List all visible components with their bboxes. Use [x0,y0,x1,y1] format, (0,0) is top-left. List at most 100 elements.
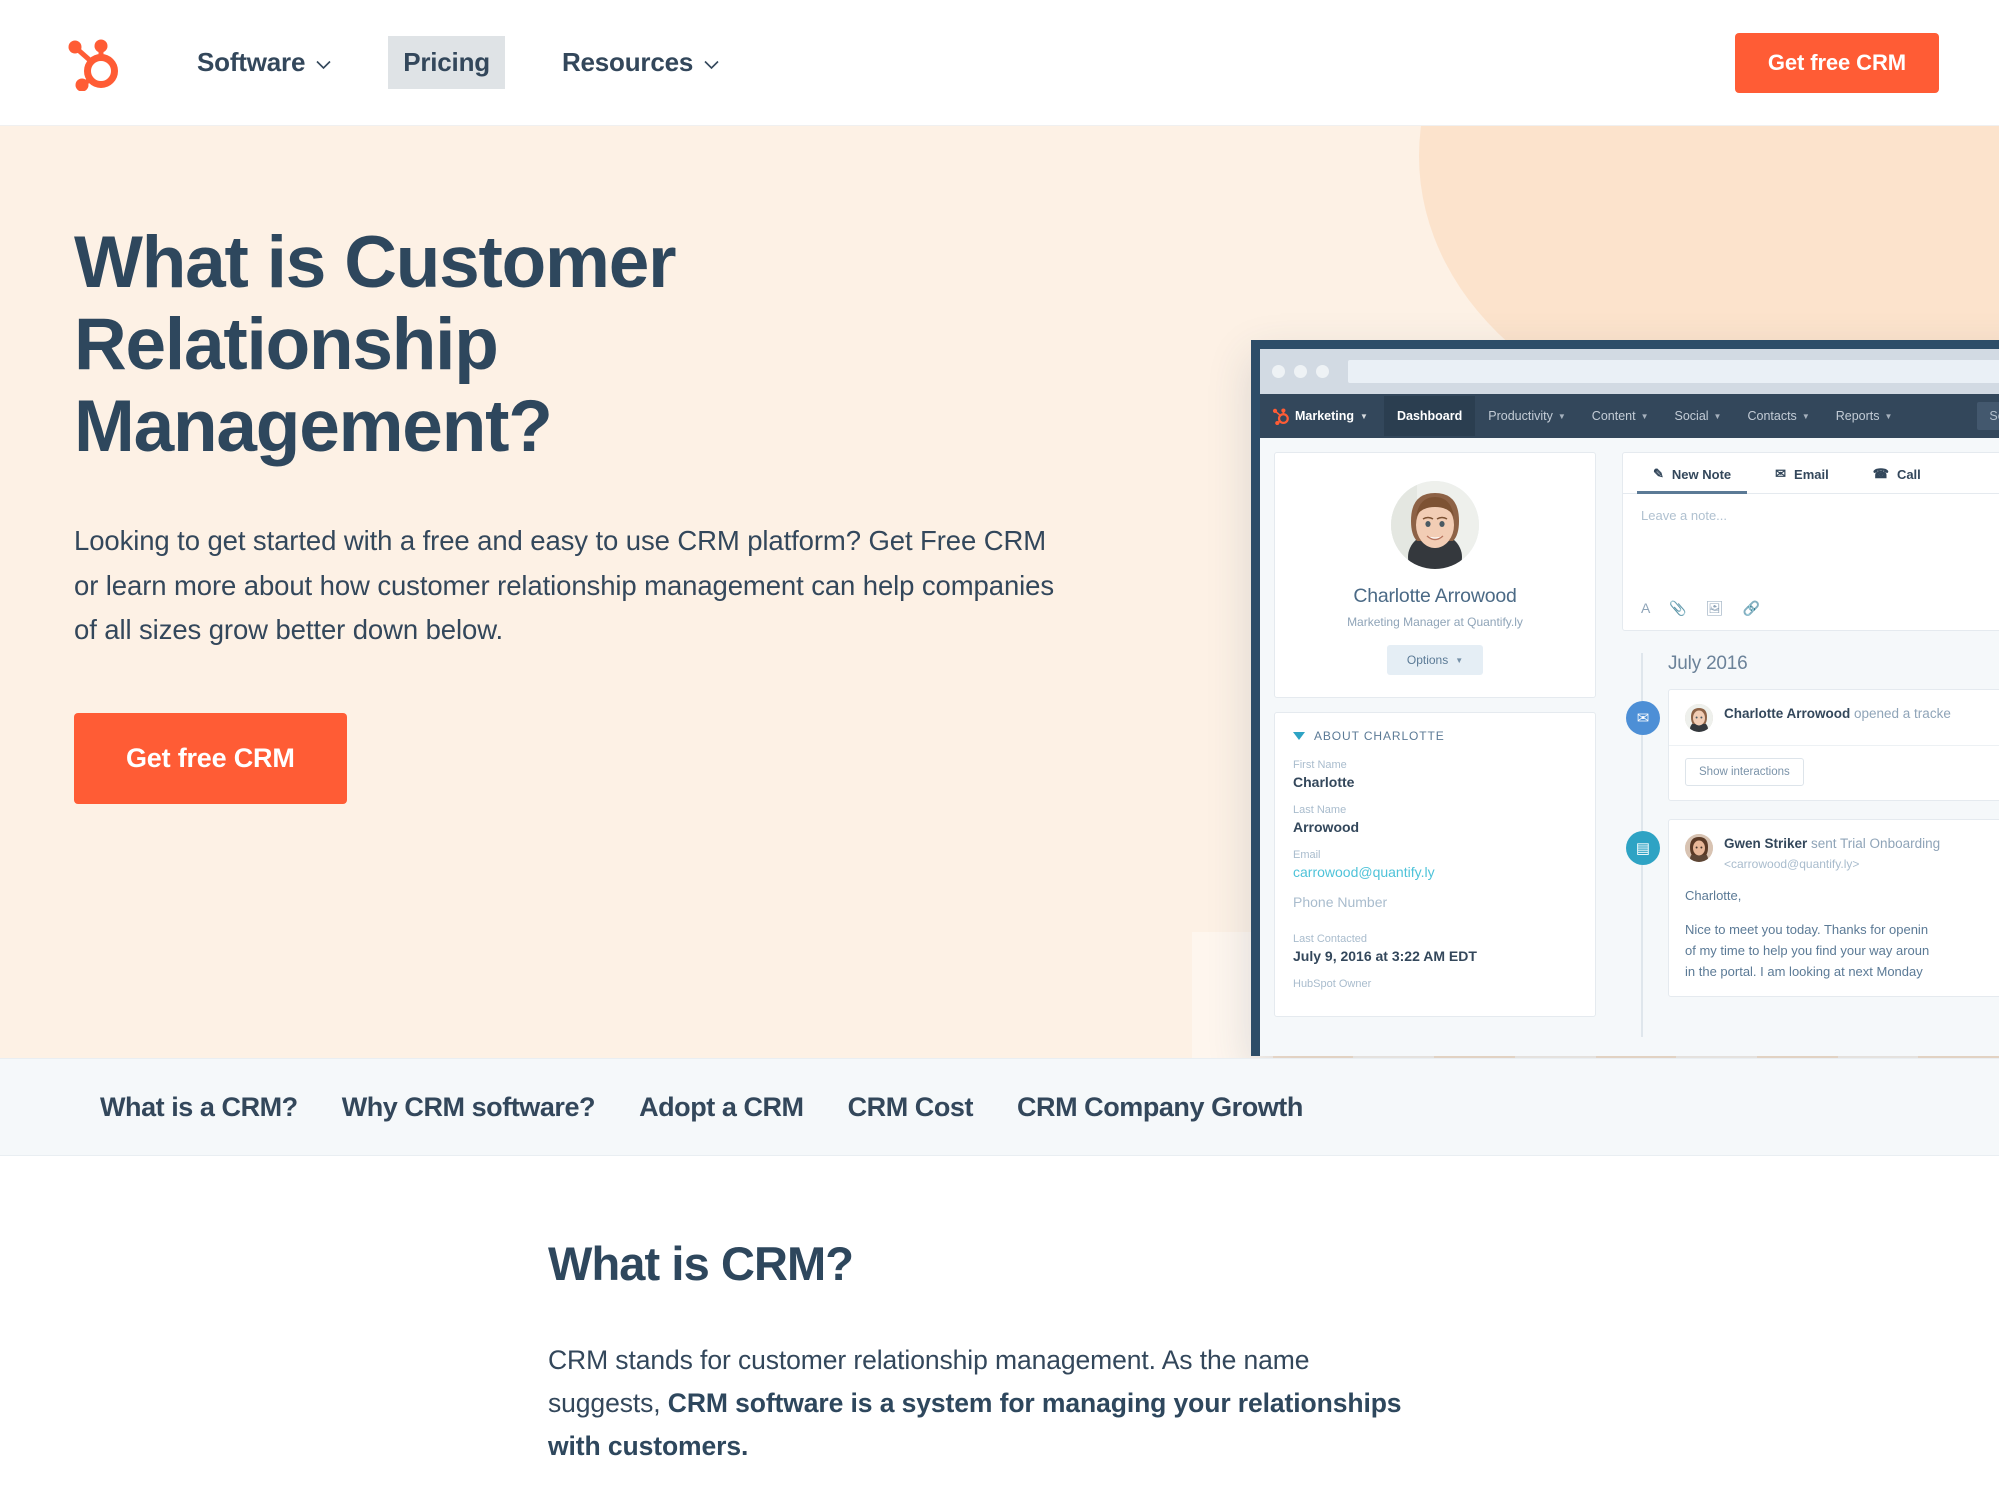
about-card: ABOUT CHARLOTTE First Name Charlotte Las… [1274,712,1596,1017]
avatar [1391,481,1479,569]
field-value-email-link[interactable]: carrowood@quantify.ly [1293,864,1577,880]
header-get-free-crm-button[interactable]: Get free CRM [1734,32,1939,93]
main-content: What is CRM? CRM stands for customer rel… [0,1156,1999,1468]
product-screenshot: Marketing ▼ Dashboard Productivity ▼ Con… [1251,340,1999,1056]
field-label: Email [1293,849,1321,861]
note-input[interactable]: Leave a note... [1623,494,1999,590]
chevron-down-icon: ▼ [1640,411,1649,421]
field-last-contacted: Last Contacted July 9, 2016 at 3:22 AM E… [1293,933,1577,964]
nav-item-resources-label: Resources [561,47,694,77]
anchor-link-adopt-a-crm[interactable]: Adopt a CRM [639,1092,804,1123]
link-icon[interactable]: 🔗 [1743,600,1760,617]
avatar-photo [1685,834,1713,862]
chevron-down-icon: ▼ [1713,411,1722,421]
contact-options-button[interactable]: Options ▼ [1386,645,1484,675]
email-greeting: Charlotte, [1685,887,1742,903]
pencil-icon: ✎ [1653,466,1664,481]
nav-item-software[interactable]: Software [182,36,346,89]
field-label: Last Contacted [1293,933,1367,945]
page-title: What is Customer Relationship Management… [74,222,677,467]
hero-section: What is Customer Relationship Management… [0,126,1999,1058]
app-nav-social[interactable]: Social ▼ [1662,396,1735,436]
paperclip-icon[interactable]: 📎 [1669,600,1686,617]
timeline-row: Charlotte Arrowood opened a tracke [1685,704,1999,732]
timeline-event-email-open: ✉ Charlotte Arrowood opened a tracke Sho… [1626,689,1999,801]
app-body: Charlotte Arrowood Marketing Manager at … [1260,438,1999,1056]
timeline-action: sent Trial Onboarding [1807,836,1941,851]
composer-tabs: ✎ New Note ✉ Email ☎ Call [1623,453,1999,494]
app-brand[interactable]: Marketing ▼ [1272,407,1384,425]
tab-email[interactable]: ✉ Email [1753,453,1851,493]
nav-item-pricing[interactable]: Pricing [388,36,505,89]
show-interactions-button[interactable]: Show interactions [1685,758,1804,786]
anchor-link-what-is-a-crm[interactable]: What is a CRM? [100,1092,298,1123]
chevron-down-icon: ▼ [1360,411,1368,421]
contact-sidebar: Charlotte Arrowood Marketing Manager at … [1260,438,1608,1056]
image-icon[interactable]: 🖼 [1706,600,1724,617]
anchor-link-why-crm-software[interactable]: Why CRM software? [342,1092,596,1123]
tab-call[interactable]: ☎ Call [1851,453,1943,493]
hubspot-sprocket-icon [1272,408,1289,425]
contact-role: Marketing Manager at Quantify.ly [1347,615,1523,629]
section-title: What is CRM? [548,1237,854,1290]
avatar-photo [1685,704,1713,732]
about-heading-label: ABOUT CHARLOTTE [1314,729,1445,743]
phone-icon: ☎ [1872,466,1889,481]
anchor-link-crm-company-growth[interactable]: CRM Company Growth [1017,1092,1303,1123]
field-label: HubSpot Owner [1293,978,1372,990]
field-last-name: Last Name Arrowood [1293,804,1577,835]
about-header[interactable]: ABOUT CHARLOTTE [1293,729,1577,743]
timeline-actor: Charlotte Arrowood [1724,706,1851,721]
field-hubspot-owner-clipped: HubSpot Owner [1293,978,1577,990]
primary-nav: Software Pricing Resources [182,36,734,89]
browser-chrome [1260,349,1999,394]
avatar [1685,704,1713,732]
field-value[interactable]: Arrowood [1293,819,1577,835]
hero-get-free-crm-button[interactable]: Get free CRM [74,712,347,804]
document-icon: ▤ [1626,831,1660,865]
email-body: Charlotte, Nice to meet you today. Thank… [1685,885,1999,982]
app-nav-productivity[interactable]: Productivity ▼ [1475,396,1579,436]
field-value[interactable]: July 9, 2016 at 3:22 AM EDT [1293,948,1577,964]
timeline-month-header: July 2016 [1668,653,1748,674]
contact-name: Charlotte Arrowood [1353,585,1517,607]
text-format-icon[interactable]: A [1641,600,1650,617]
anchor-link-crm-cost[interactable]: CRM Cost [848,1092,974,1123]
timeline-card: Charlotte Arrowood opened a tracke Show … [1668,689,1999,801]
app-brand-label: Marketing [1295,409,1355,423]
timeline-actor: Gwen Striker [1724,836,1808,851]
field-first-name: First Name Charlotte [1293,759,1577,790]
chevron-down-icon: ▼ [1557,411,1566,421]
timeline-event-email-sent: ▤ Gwen Striker sent Trial Onboarding <ca… [1626,819,1999,998]
field-email: Email carrowood@quantify.ly [1293,849,1577,880]
app-nav-contacts[interactable]: Contacts ▼ [1734,396,1822,436]
field-value[interactable]: Charlotte [1293,774,1577,790]
app-search-input[interactable]: Search [1977,402,1999,430]
activity-timeline: July 2016 ✉ Charlotte Arrowood opened a … [1622,653,1999,1038]
app-nav-reports[interactable]: Reports ▼ [1823,396,1906,436]
avatar [1685,834,1713,862]
app-nav-content[interactable]: Content ▼ [1579,396,1662,436]
email-line: of my time to help you find your way aro… [1685,943,1930,959]
window-close-dot [1272,365,1285,378]
app-navbar: Marketing ▼ Dashboard Productivity ▼ Con… [1260,394,1999,438]
field-value[interactable] [1293,913,1577,919]
note-toolbar: A 📎 🖼 🔗 [1623,590,1999,630]
hubspot-sprocket-logo[interactable] [66,35,118,91]
window-maximize-dot [1316,365,1329,378]
app-nav-dashboard[interactable]: Dashboard [1383,396,1476,436]
tab-call-label: Call [1896,466,1921,482]
tab-new-note[interactable]: ✎ New Note [1631,453,1753,494]
app-nav-contacts-label: Contacts [1747,409,1797,423]
timeline-event-text: Charlotte Arrowood opened a tracke [1724,704,1951,724]
nav-item-pricing-label: Pricing [403,47,490,77]
avatar-photo [1391,481,1479,569]
hero-content: What is Customer Relationship Management… [0,126,1060,804]
timeline-recipient: <carrowood@quantify.ly> [1724,856,1860,871]
nav-item-resources[interactable]: Resources [547,36,734,89]
timeline-event-text: Gwen Striker sent Trial Onboarding <carr… [1724,834,1940,873]
timeline-row: Gwen Striker sent Trial Onboarding <carr… [1685,834,1999,873]
page-root: Software Pricing Resources Get free CRM [0,0,1999,1511]
field-label: Last Name [1293,804,1347,816]
contact-card: Charlotte Arrowood Marketing Manager at … [1274,452,1596,698]
